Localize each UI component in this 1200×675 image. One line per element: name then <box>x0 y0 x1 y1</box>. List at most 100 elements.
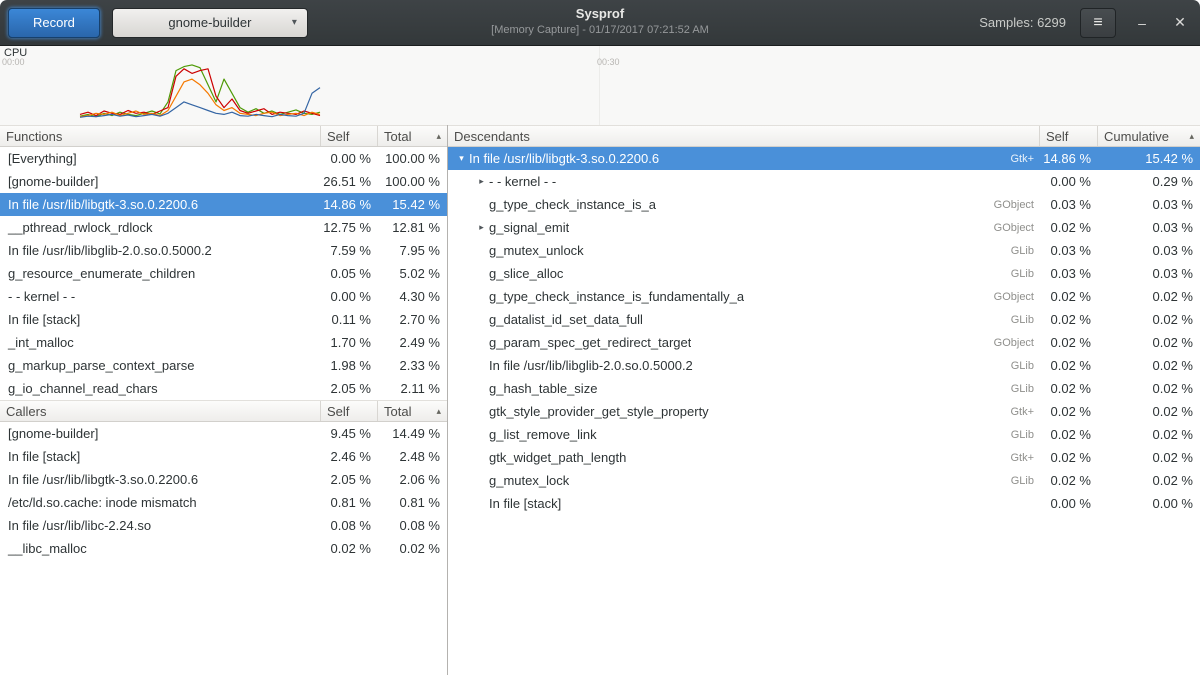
library-tag: GLib <box>978 429 1040 441</box>
column-header-cumulative[interactable]: Cumulative▴ <box>1098 126 1200 146</box>
tree-row[interactable]: g_type_check_instance_is_fundamentally_a… <box>448 285 1200 308</box>
table-row[interactable]: __libc_malloc0.02 %0.02 % <box>0 537 447 560</box>
column-header-total[interactable]: Total▴ <box>378 126 447 146</box>
library-tag: Gtk+ <box>978 452 1040 464</box>
process-selector-dropdown[interactable]: gnome-builder ▾ <box>112 8 308 38</box>
tree-row[interactable]: In file /usr/lib/libglib-2.0.so.0.5000.2… <box>448 354 1200 377</box>
descendants-table: DescendantsSelfCumulative▴▾In file /usr/… <box>448 125 1200 515</box>
record-button[interactable]: Record <box>8 8 100 38</box>
total-value: 2.06 % <box>378 472 447 487</box>
table-row[interactable]: In file [stack]2.46 %2.48 % <box>0 445 447 468</box>
table-row[interactable]: In file /usr/lib/libglib-2.0.so.0.5000.2… <box>0 239 447 262</box>
self-value: 0.02 % <box>1040 473 1098 488</box>
process-selector-label: gnome-builder <box>168 15 251 30</box>
menu-button[interactable]: ≡ <box>1080 8 1116 38</box>
tree-row[interactable]: gtk_style_provider_get_style_property Gtk… <box>448 400 1200 423</box>
time-tick-start: 00:00 <box>2 57 25 67</box>
function-name-cell: ▾In file /usr/lib/libgtk-3.so.0.2200.6 <box>448 151 978 166</box>
column-header-functions[interactable]: Functions <box>0 126 321 146</box>
function-name: - - kernel - - <box>0 289 321 304</box>
table-row[interactable]: __pthread_rwlock_rdlock12.75 %12.81 % <box>0 216 447 239</box>
self-value: 0.00 % <box>1040 174 1098 189</box>
tree-row[interactable]: gtk_widget_path_lengthGtk+0.02 %0.02 % <box>448 446 1200 469</box>
function-name: In file /usr/lib/libgtk-3.so.0.2200.6 <box>0 472 321 487</box>
table-row[interactable]: In file /usr/lib/libgtk-3.so.0.2200.62.0… <box>0 468 447 491</box>
column-header-total[interactable]: Total▴ <box>378 401 447 421</box>
header-right: Samples: 6299 ≡ – ✕ <box>979 8 1192 38</box>
cpu-graph: CPU 00:00 00:30 <box>0 46 1200 125</box>
function-name: In file /usr/lib/libc-2.24.so <box>0 518 321 533</box>
table-row[interactable]: In file /usr/lib/libc-2.24.so0.08 %0.08 … <box>0 514 447 537</box>
table-row[interactable]: g_resource_enumerate_children0.05 %5.02 … <box>0 262 447 285</box>
cumulative-value: 0.02 % <box>1098 473 1200 488</box>
triangle-right-icon[interactable]: ▸ <box>474 176 489 187</box>
cumulative-value: 0.02 % <box>1098 358 1200 373</box>
tree-row[interactable]: g_list_remove_linkGLib0.02 %0.02 % <box>448 423 1200 446</box>
close-button[interactable]: ✕ <box>1168 11 1192 35</box>
self-value: 1.70 % <box>321 335 378 350</box>
tree-row[interactable]: ▸- - kernel - -0.00 %0.29 % <box>448 170 1200 193</box>
library-tag: GLib <box>978 360 1040 372</box>
table-row[interactable]: _int_malloc1.70 %2.49 % <box>0 331 447 354</box>
column-header-descendants[interactable]: Descendants <box>448 126 1040 146</box>
cumulative-value: 0.02 % <box>1098 381 1200 396</box>
tree-row[interactable]: g_mutex_unlockGLib0.03 %0.03 % <box>448 239 1200 262</box>
tree-row[interactable]: ▾In file /usr/lib/libgtk-3.so.0.2200.6Gt… <box>448 147 1200 170</box>
function-name: In file [stack] <box>0 449 321 464</box>
table-row[interactable]: g_io_channel_read_chars2.05 %2.11 % <box>0 377 447 400</box>
function-name: [gnome-builder] <box>0 174 321 189</box>
tree-row[interactable]: In file [stack]0.00 %0.00 % <box>448 492 1200 515</box>
column-header-callers[interactable]: Callers <box>0 401 321 421</box>
table-row[interactable]: In file /usr/lib/libgtk-3.so.0.2200.614.… <box>0 193 447 216</box>
tree-row[interactable]: g_datalist_id_set_data_fullGLib0.02 %0.0… <box>448 308 1200 331</box>
table-row[interactable]: [Everything]0.00 %100.00 % <box>0 147 447 170</box>
minimize-button[interactable]: – <box>1130 11 1154 35</box>
function-name: /etc/ld.so.cache: inode mismatch <box>0 495 321 510</box>
function-name: g_signal_emit <box>489 220 569 235</box>
library-tag: GLib <box>978 314 1040 326</box>
self-value: 2.05 % <box>321 472 378 487</box>
function-name: In file /usr/lib/libgtk-3.so.0.2200.6 <box>0 197 321 212</box>
total-value: 0.08 % <box>378 518 447 533</box>
tree-row[interactable]: g_mutex_lockGLib0.02 %0.02 % <box>448 469 1200 492</box>
function-name: g_resource_enumerate_children <box>0 266 321 281</box>
triangle-right-icon[interactable]: ▸ <box>474 222 489 233</box>
table-row[interactable]: In file [stack]0.11 %2.70 % <box>0 308 447 331</box>
table-row[interactable]: - - kernel - -0.00 %4.30 % <box>0 285 447 308</box>
column-header-label: Total <box>384 404 411 419</box>
function-name: In file /usr/lib/libgtk-3.so.0.2200.6 <box>469 151 659 166</box>
self-value: 0.02 % <box>1040 335 1098 350</box>
table-row[interactable]: [gnome-builder]26.51 %100.00 % <box>0 170 447 193</box>
functions-table: FunctionsSelfTotal▴[Everything]0.00 %100… <box>0 125 447 400</box>
tree-row[interactable]: g_type_check_instance_is_aGObject0.03 %0… <box>448 193 1200 216</box>
triangle-down-icon[interactable]: ▾ <box>454 153 469 164</box>
cumulative-value: 0.02 % <box>1098 427 1200 442</box>
library-tag: GLib <box>978 245 1040 257</box>
library-tag: Gtk+ <box>978 406 1040 418</box>
samples-count: Samples: 6299 <box>979 15 1066 30</box>
sort-indicator-icon: ▴ <box>436 131 441 142</box>
tree-row[interactable]: g_hash_table_sizeGLib0.02 %0.02 % <box>448 377 1200 400</box>
tree-row[interactable]: ▸g_signal_emitGObject0.02 %0.03 % <box>448 216 1200 239</box>
self-value: 0.05 % <box>321 266 378 281</box>
self-value: 0.02 % <box>321 541 378 556</box>
function-name: g_mutex_lock <box>489 473 569 488</box>
tree-row[interactable]: g_slice_allocGLib0.03 %0.03 % <box>448 262 1200 285</box>
main-content: FunctionsSelfTotal▴[Everything]0.00 %100… <box>0 125 1200 675</box>
table-row[interactable]: [gnome-builder]9.45 %14.49 % <box>0 422 447 445</box>
library-tag: GObject <box>978 222 1040 234</box>
function-name: gtk_style_provider_get_style_property <box>489 404 709 419</box>
table-row[interactable]: g_markup_parse_context_parse1.98 %2.33 % <box>0 354 447 377</box>
sort-indicator-icon: ▴ <box>1189 131 1194 142</box>
column-header-self[interactable]: Self <box>1040 126 1098 146</box>
hamburger-icon: ≡ <box>1093 14 1102 32</box>
self-value: 26.51 % <box>321 174 378 189</box>
cumulative-value: 0.02 % <box>1098 404 1200 419</box>
column-header-self[interactable]: Self <box>321 126 378 146</box>
table-row[interactable]: /etc/ld.so.cache: inode mismatch0.81 %0.… <box>0 491 447 514</box>
self-value: 7.59 % <box>321 243 378 258</box>
tree-row[interactable]: g_param_spec_get_redirect_targetGObject0… <box>448 331 1200 354</box>
column-header-self[interactable]: Self <box>321 401 378 421</box>
library-tag: Gtk+ <box>978 153 1040 165</box>
function-name: g_io_channel_read_chars <box>0 381 321 396</box>
